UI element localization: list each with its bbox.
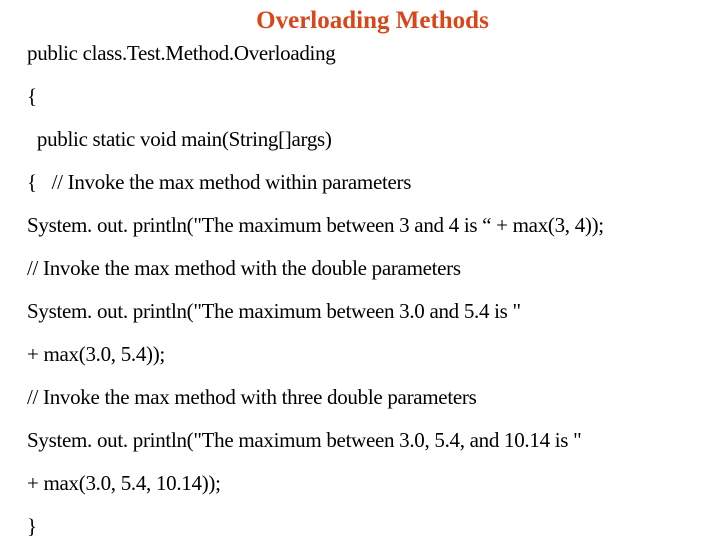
code-line-class-declaration: public class.Test.Method.Overloading <box>27 41 336 65</box>
code-line-println-three: System. out. println("The maximum betwee… <box>27 428 582 452</box>
code-line-main-signature: public static void main(String[]args) <box>27 127 332 151</box>
slide-title: Overloading Methods <box>256 7 489 34</box>
code-line-max-double: + max(3.0, 5.4)); <box>27 342 165 366</box>
code-line-comment-three: // Invoke the max method with three doub… <box>27 385 477 409</box>
code-line-comment-double: // Invoke the max method with the double… <box>27 256 461 280</box>
code-line-comment-int: { // Invoke the max method within parame… <box>27 170 412 194</box>
code-line-println-double: System. out. println("The maximum betwee… <box>27 299 521 323</box>
code-line-close-brace: } <box>27 514 37 538</box>
code-line-max-three: + max(3.0, 5.4, 10.14)); <box>27 471 221 495</box>
code-line-open-brace: { <box>27 84 37 108</box>
code-line-println-int: System. out. println("The maximum betwee… <box>27 213 604 237</box>
